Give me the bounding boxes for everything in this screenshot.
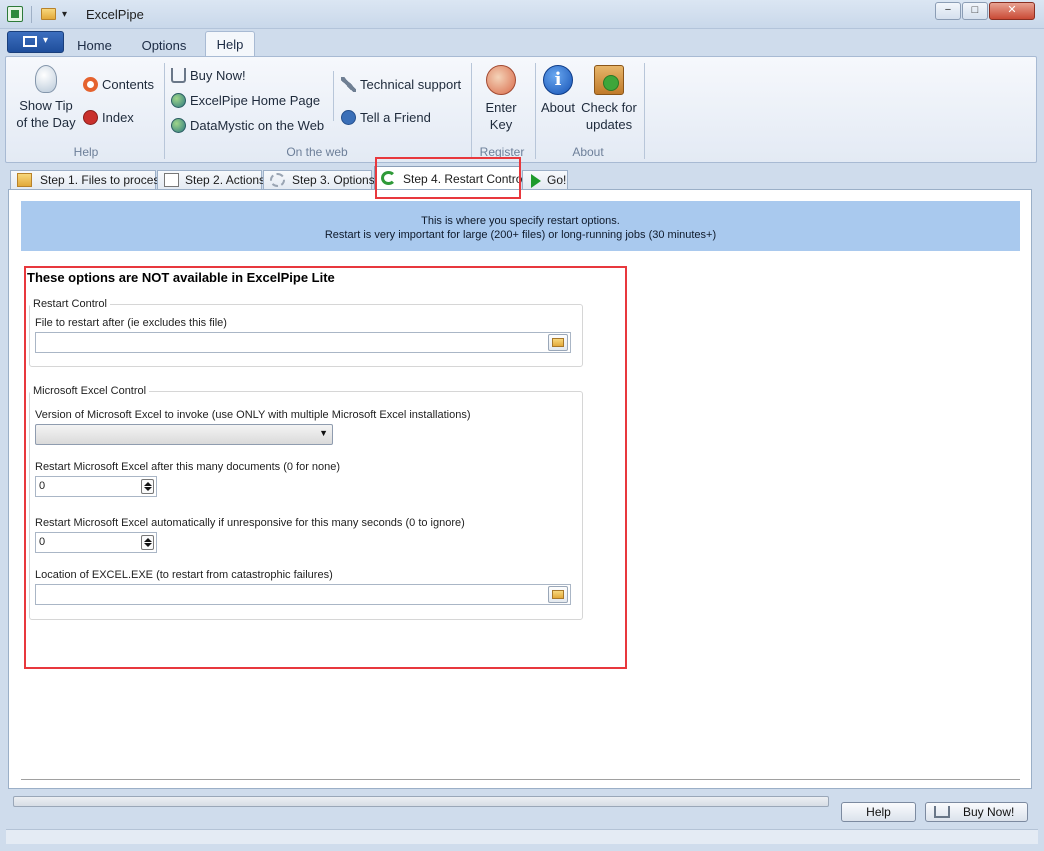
application-menu-button[interactable]: ▾ <box>7 31 64 53</box>
ribbon-separator <box>535 63 536 159</box>
key-icon <box>486 65 516 95</box>
highlight-options-panel <box>24 266 627 669</box>
ribbon-panel: Show Tip of the Day Contents Index Help … <box>5 56 1037 163</box>
tab-step-3-options[interactable]: Step 3. Options <box>263 170 375 191</box>
quick-access-dropdown-icon[interactable]: ▾ <box>62 9 67 20</box>
datamystic-label: DataMystic on the Web <box>190 118 325 133</box>
title-bar: ▾ ExcelPipe − □ ✕ <box>0 0 1044 29</box>
tab-home[interactable]: Home <box>67 33 122 57</box>
minimize-button[interactable]: − <box>935 2 961 20</box>
actions-icon <box>164 173 179 187</box>
banner-line-1: This is where you specify restart option… <box>421 215 620 227</box>
progress-bar <box>13 796 829 807</box>
index-label: Index <box>102 110 134 125</box>
menu-icon <box>23 36 37 47</box>
check-updates-label-1: Check for <box>581 100 637 115</box>
close-button[interactable]: ✕ <box>989 2 1035 20</box>
page-divider <box>21 779 1020 780</box>
step-3-label: Step 3. Options <box>292 173 375 187</box>
globe-icon <box>171 118 186 133</box>
update-icon <box>594 65 624 95</box>
maximize-button[interactable]: □ <box>962 2 988 20</box>
tab-go[interactable]: Go! <box>522 170 568 191</box>
enter-key-label-1: Enter <box>485 100 517 115</box>
tab-options[interactable]: Options <box>131 33 197 57</box>
group-label-web: On the web <box>286 145 348 159</box>
shopping-cart-icon <box>934 806 950 818</box>
banner-line-2: Restart is very important for large (200… <box>324 229 717 241</box>
friend-icon <box>341 110 356 125</box>
buy-now-button[interactable]: Buy Now! <box>925 802 1028 822</box>
globe-icon <box>171 93 186 108</box>
tab-step-1-files[interactable]: Step 1. Files to process <box>10 170 165 191</box>
info-icon: i <box>543 65 573 95</box>
ribbon-separator <box>644 63 645 159</box>
quick-access-separator <box>31 6 32 23</box>
highlight-step-4-tab <box>375 157 521 199</box>
play-icon <box>531 174 541 188</box>
open-folder-icon[interactable] <box>41 8 56 20</box>
step-1-label: Step 1. Files to process <box>40 173 166 187</box>
window-title: ExcelPipe <box>86 7 144 22</box>
tab-help[interactable]: Help <box>205 31 255 58</box>
folder-icon <box>17 173 32 187</box>
help-button[interactable]: Help <box>841 802 916 822</box>
step-tab-strip: Step 1. Files to process Step 2. Actions… <box>8 166 1034 191</box>
about-button[interactable]: i About <box>538 65 578 116</box>
chevron-down-icon: ▾ <box>43 35 49 46</box>
show-tip-button[interactable]: Show Tip of the Day <box>14 65 78 131</box>
excelpipe-app-icon[interactable] <box>7 6 23 22</box>
go-label: Go! <box>547 173 567 187</box>
buy-now-label: Buy Now! <box>190 68 246 83</box>
home-page-label: ExcelPipe Home Page <box>190 93 321 108</box>
technical-support-label: Technical support <box>360 77 462 92</box>
lightbulb-icon <box>35 65 57 93</box>
ribbon-separator <box>333 71 334 121</box>
gear-icon <box>270 173 285 187</box>
check-updates-button[interactable]: Check for updates <box>578 65 640 133</box>
tell-friend-label: Tell a Friend <box>360 110 431 125</box>
info-banner: This is where you specify restart option… <box>21 201 1020 251</box>
index-icon <box>83 110 98 125</box>
ribbon-separator <box>164 63 165 159</box>
tab-step-2-actions[interactable]: Step 2. Actions <box>157 170 266 191</box>
group-label-help: Help <box>73 145 99 159</box>
show-tip-label-1: Show Tip <box>19 98 73 113</box>
buy-now-footer-label: Buy Now! <box>963 805 1015 819</box>
status-bar <box>6 829 1038 844</box>
tools-icon <box>341 77 356 92</box>
lifebuoy-icon <box>83 77 98 92</box>
contents-label: Contents <box>102 77 155 92</box>
group-label-about: About <box>572 145 604 159</box>
show-tip-label-2: of the Day <box>16 115 76 130</box>
enter-key-button[interactable]: Enter Key <box>477 65 525 133</box>
step-2-label: Step 2. Actions <box>185 173 266 187</box>
check-updates-label-2: updates <box>585 117 633 132</box>
enter-key-label-2: Key <box>489 117 513 132</box>
ribbon-tab-row: ▾ Home Options Help <box>0 29 1044 58</box>
about-label: About <box>541 100 575 115</box>
shopping-cart-icon <box>171 68 186 83</box>
